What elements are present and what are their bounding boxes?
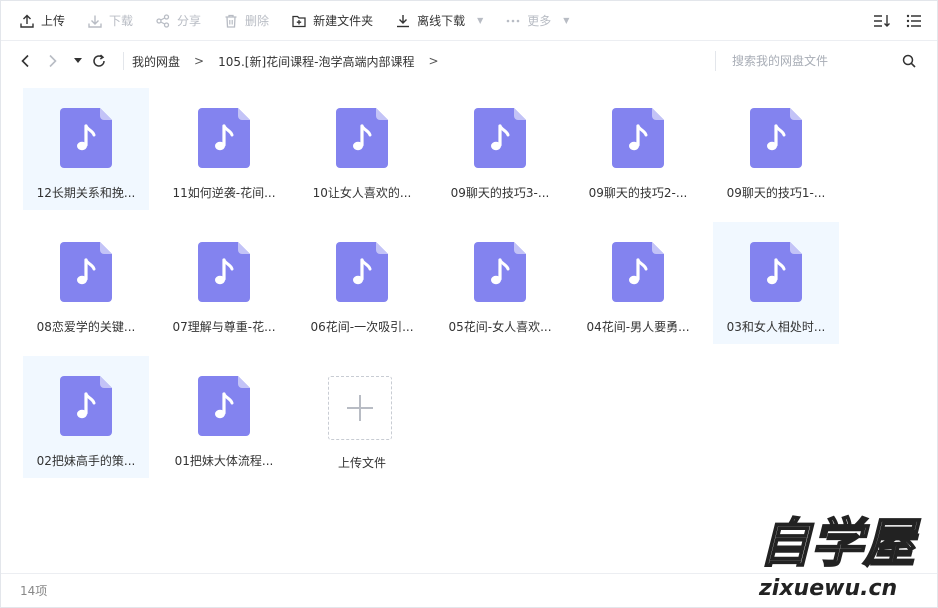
more-dots-icon [505, 13, 521, 29]
trash-icon [223, 13, 239, 29]
file-name: 09聊天的技巧2-... [588, 186, 688, 200]
upload-file-label: 上传文件 [337, 456, 386, 470]
share-icon [155, 13, 171, 29]
back-icon[interactable] [17, 53, 33, 69]
breadcrumb: 我的网盘 > 105.[新]花间课程-泡学高端内部课程 > [132, 53, 453, 70]
file-item[interactable]: 11如何逆袭-花间... [161, 88, 287, 210]
item-count: 14项 [20, 584, 48, 598]
file-name: 09聊天的技巧3-... [450, 186, 550, 200]
navigation-bar: 我的网盘 > 105.[新]花间课程-泡学高端内部课程 > [1, 41, 937, 81]
breadcrumb-separator-icon: > [428, 54, 439, 68]
file-name: 12长期关系和挽... [36, 186, 136, 200]
audio-file-icon [198, 108, 250, 168]
breadcrumb-separator-icon: > [194, 54, 205, 68]
file-item[interactable]: 03和女人相处时... [713, 222, 839, 344]
watermark-title: 自学屋 [759, 514, 921, 574]
breadcrumb-item-current[interactable]: 105.[新]花间课程-泡学高端内部课程 [218, 53, 414, 70]
offline-download-icon [395, 13, 411, 29]
file-name: 01把妹大体流程... [174, 454, 274, 468]
audio-file-icon [612, 242, 664, 302]
breadcrumb-item-root[interactable]: 我的网盘 [132, 53, 180, 70]
file-item[interactable]: 06花间-一次吸引... [299, 222, 425, 344]
chevron-down-icon: ▼ [477, 16, 484, 25]
toolbar: 上传 下载 分享 删除 新建文件夹 离线下载 ▼ 更多 ▼ [1, 1, 937, 41]
audio-file-icon [750, 242, 802, 302]
delete-label: 删除 [245, 14, 270, 28]
upload-icon [19, 13, 35, 29]
search-input[interactable] [716, 54, 886, 68]
upload-button[interactable]: 上传 [19, 1, 65, 41]
delete-button[interactable]: 删除 [223, 1, 269, 41]
new-folder-icon [291, 13, 307, 29]
file-name: 09聊天的技巧1-... [726, 186, 826, 200]
audio-file-icon [198, 242, 250, 302]
file-name: 05花间-女人喜欢... [448, 320, 552, 334]
search-box [715, 51, 923, 71]
file-item[interactable]: 09聊天的技巧3-... [437, 88, 563, 210]
upload-drop-box[interactable] [328, 376, 392, 440]
audio-file-icon [60, 108, 112, 168]
upload-file-tile[interactable]: 上传文件 [299, 356, 425, 478]
audio-file-icon [336, 108, 388, 168]
sort-icon[interactable] [873, 12, 891, 30]
file-name: 07理解与尊重-花... [172, 320, 276, 334]
download-icon [87, 13, 103, 29]
view-controls [859, 1, 923, 41]
file-item[interactable]: 05花间-女人喜欢... [437, 222, 563, 344]
download-label: 下载 [109, 14, 134, 28]
audio-file-icon [474, 108, 526, 168]
forward-icon[interactable] [45, 53, 61, 69]
more-button[interactable]: 更多 ▼ [505, 1, 569, 41]
file-name: 10让女人喜欢的... [312, 186, 412, 200]
file-item[interactable]: 12长期关系和挽... [23, 88, 149, 210]
audio-file-icon [612, 108, 664, 168]
offline-download-label: 离线下载 [417, 14, 466, 28]
file-item[interactable]: 09聊天的技巧2-... [575, 88, 701, 210]
share-label: 分享 [177, 14, 202, 28]
file-item[interactable]: 02把妹高手的策... [23, 356, 149, 478]
audio-file-icon [336, 242, 388, 302]
file-item[interactable]: 09聊天的技巧1-... [713, 88, 839, 210]
file-item[interactable]: 10让女人喜欢的... [299, 88, 425, 210]
new-folder-label: 新建文件夹 [313, 14, 374, 28]
file-name: 06花间-一次吸引... [310, 320, 414, 334]
file-name: 04花间-男人要勇... [586, 320, 690, 334]
audio-file-icon [60, 242, 112, 302]
more-label: 更多 [527, 14, 552, 28]
file-item[interactable]: 01把妹大体流程... [161, 356, 287, 478]
refresh-icon[interactable] [91, 53, 107, 69]
share-button[interactable]: 分享 [155, 1, 201, 41]
file-name: 03和女人相处时... [726, 320, 826, 334]
audio-file-icon [198, 376, 250, 436]
chevron-down-icon: ▼ [563, 16, 570, 25]
search-icon[interactable] [901, 53, 917, 69]
file-item[interactable]: 08恋爱学的关键... [23, 222, 149, 344]
download-button[interactable]: 下载 [87, 1, 133, 41]
upload-label: 上传 [41, 14, 66, 28]
audio-file-icon [474, 242, 526, 302]
history-dropdown-icon[interactable] [73, 53, 83, 69]
audio-file-icon [750, 108, 802, 168]
plus-icon [347, 395, 373, 421]
list-view-icon[interactable] [905, 12, 923, 30]
file-name: 02把妹高手的策... [36, 454, 136, 468]
audio-file-icon [60, 376, 112, 436]
file-item[interactable]: 04花间-男人要勇... [575, 222, 701, 344]
status-bar: 14项 [1, 573, 937, 607]
new-folder-button[interactable]: 新建文件夹 [291, 1, 373, 41]
file-name: 08恋爱学的关键... [36, 320, 136, 334]
divider [123, 52, 124, 70]
file-name: 11如何逆袭-花间... [172, 186, 276, 200]
offline-download-button[interactable]: 离线下载 ▼ [395, 1, 483, 41]
file-item[interactable]: 07理解与尊重-花... [161, 222, 287, 344]
